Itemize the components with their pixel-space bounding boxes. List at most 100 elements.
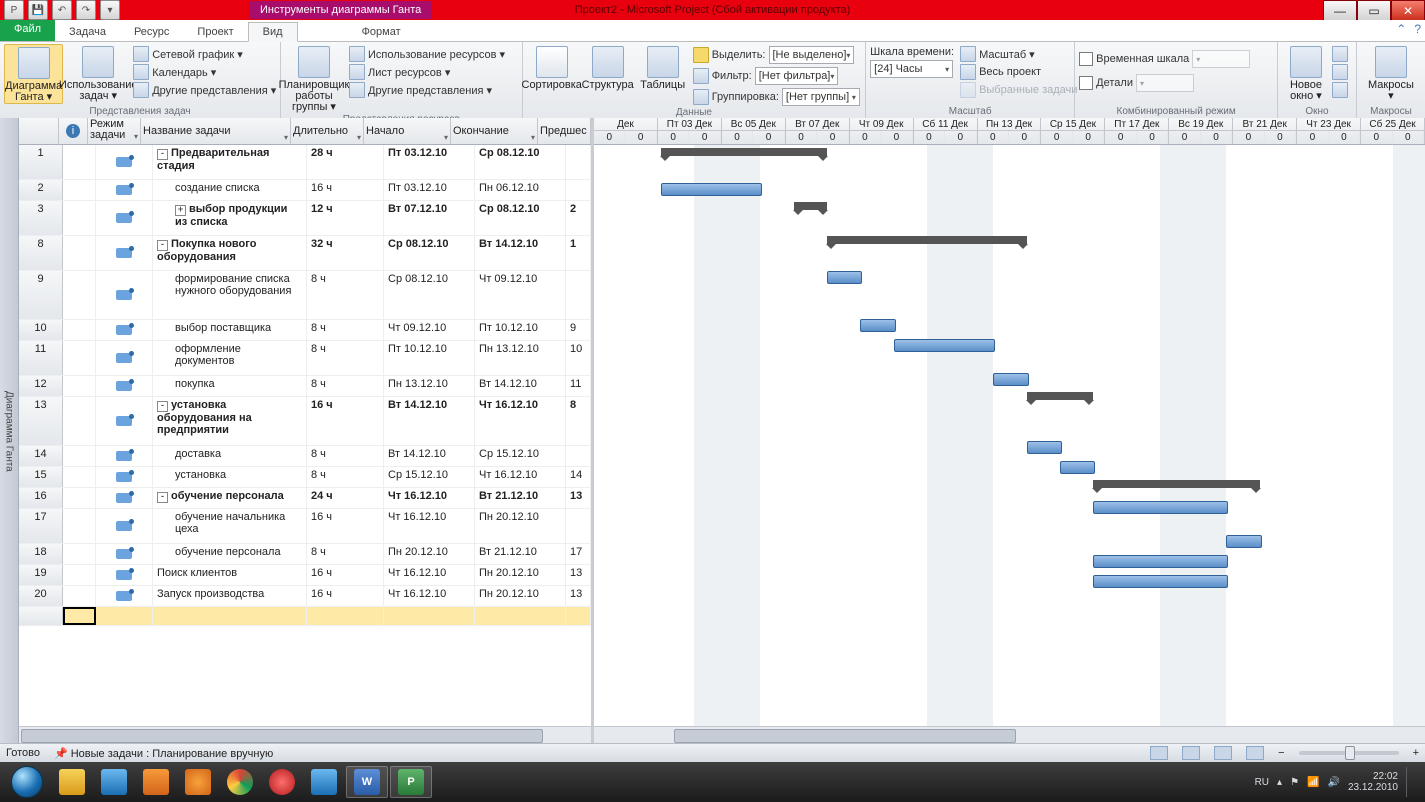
gantt-task-bar[interactable] [1226, 535, 1261, 548]
taskbar-project[interactable]: P [390, 766, 432, 798]
details-checkbox[interactable] [1079, 76, 1093, 90]
table-row[interactable]: 11оформление документов8 чПт 10.12.10Пн … [19, 341, 591, 376]
table-row[interactable] [19, 607, 591, 626]
timeline-day[interactable]: Чт 09 Дек00 [850, 118, 914, 144]
gantt-task-bar[interactable] [1060, 461, 1095, 474]
tables-button[interactable]: Таблицы [639, 44, 687, 91]
table-row[interactable]: 19Поиск клиентов16 чЧт 16.12.10Пн 20.12.… [19, 565, 591, 586]
table-row[interactable]: 3+выбор продукции из списка12 чВт 07.12.… [19, 201, 591, 236]
help-icon[interactable]: ? [1414, 22, 1421, 36]
task-hscrollbar[interactable] [19, 726, 591, 744]
tray-clock[interactable]: 22:02 23.12.2010 [1348, 771, 1398, 793]
timeline-day[interactable]: Ср 15 Дек00 [1041, 118, 1105, 144]
new-window-button[interactable]: Новоеокно ▾ [1286, 44, 1326, 102]
group-combo[interactable]: [Нет группы]▾ [782, 88, 860, 106]
tray-flag-icon[interactable]: ⚑ [1290, 777, 1299, 788]
taskbar-chrome[interactable] [220, 767, 260, 797]
tab-view[interactable]: Вид [248, 22, 298, 42]
zoom-in-button[interactable]: + [1413, 747, 1419, 759]
gantt-task-bar[interactable] [1093, 501, 1228, 514]
header-duration[interactable]: Длительно▾ [291, 118, 364, 144]
view-shortcut-team-icon[interactable] [1214, 746, 1232, 760]
timeline-day[interactable]: Вт 07 Дек00 [786, 118, 850, 144]
table-row[interactable]: 20Запуск производства16 чЧт 16.12.10Пн 2… [19, 586, 591, 607]
calendar-button[interactable]: Календарь ▾ [133, 64, 276, 80]
taskbar-ie[interactable] [94, 767, 134, 797]
header-start[interactable]: Начало▾ [364, 118, 451, 144]
gantt-task-bar[interactable] [661, 183, 763, 196]
gantt-task-bar[interactable] [894, 339, 996, 352]
timeline-day[interactable]: Сб 25 Дек00 [1361, 118, 1425, 144]
table-row[interactable]: 9формирование списка нужного оборудовани… [19, 271, 591, 320]
show-desktop-button[interactable] [1406, 767, 1415, 797]
task-usage-button[interactable]: Использование задач ▾ [69, 44, 127, 102]
entire-project-button[interactable]: Весь проект [960, 64, 1077, 80]
resource-sheet-button[interactable]: Лист ресурсов ▾ [349, 64, 505, 80]
table-row[interactable]: 13-установка оборудования на предприятии… [19, 397, 591, 446]
tab-task[interactable]: Задача [55, 23, 120, 41]
view-shortcut-sheet-icon[interactable] [1246, 746, 1264, 760]
table-row[interactable]: 1-Предварительная стадия28 чПт 03.12.10С… [19, 145, 591, 180]
header-predecessors[interactable]: Предшес [538, 118, 591, 144]
gantt-summary-bar[interactable] [661, 148, 827, 156]
hide-icon[interactable] [1332, 82, 1348, 98]
switch-windows-icon[interactable] [1332, 46, 1348, 62]
arrange-icon[interactable] [1332, 64, 1348, 80]
minimize-button[interactable]: — [1323, 0, 1357, 22]
ribbon-minimize-icon[interactable]: ⌃ [1396, 22, 1406, 36]
tab-format[interactable]: Формат [348, 23, 415, 41]
view-shortcut-usage-icon[interactable] [1182, 746, 1200, 760]
table-row[interactable]: 12покупка8 чПн 13.12.10Вт 14.12.1011 [19, 376, 591, 397]
gantt-task-bar[interactable] [1093, 575, 1228, 588]
gantt-chart-area[interactable] [594, 145, 1425, 726]
table-row[interactable]: 15установка8 чСр 15.12.10Чт 16.12.1014 [19, 467, 591, 488]
timeline-header[interactable]: Дек00Пт 03 Дек00Вс 05 Дек00Вт 07 Дек00Чт… [594, 118, 1425, 145]
gantt-task-bar[interactable] [1027, 441, 1062, 454]
redo-icon[interactable]: ↷ [76, 0, 96, 20]
gantt-task-bar[interactable] [860, 319, 895, 332]
timeline-day[interactable]: Пн 13 Дек00 [978, 118, 1042, 144]
tray-volume-icon[interactable]: 🔊 [1327, 777, 1339, 788]
taskbar-word[interactable]: W [346, 766, 388, 798]
table-row[interactable]: 17обучение начальника цеха16 чЧт 16.12.1… [19, 509, 591, 544]
table-row[interactable]: 18обучение персонала8 чПн 20.12.10Вт 21.… [19, 544, 591, 565]
taskbar-firefox[interactable] [178, 767, 218, 797]
timeline-checkbox[interactable] [1079, 52, 1093, 66]
team-planner-button[interactable]: Планировщик работы группы ▾ [285, 44, 343, 113]
timeline-day[interactable]: Вс 05 Дек00 [722, 118, 786, 144]
timeline-day[interactable]: Дек00 [594, 118, 658, 144]
header-info[interactable]: i [59, 118, 88, 144]
table-row[interactable]: 10выбор поставщика8 чЧт 09.12.10Пт 10.12… [19, 320, 591, 341]
close-button[interactable]: ✕ [1391, 0, 1425, 22]
gantt-task-bar[interactable] [827, 271, 862, 284]
sort-button[interactable]: Сортировка [527, 44, 577, 91]
header-finish[interactable]: Окончание▾ [451, 118, 538, 144]
tab-file[interactable]: Файл [0, 20, 55, 41]
view-bar[interactable]: Диаграмма Ганта [0, 118, 19, 744]
outline-button[interactable]: Структура [583, 44, 633, 91]
macros-button[interactable]: Макросы▾ [1366, 44, 1416, 102]
filter-combo[interactable]: [Нет фильтра]▾ [755, 67, 839, 85]
outline-toggle-icon[interactable]: - [157, 401, 168, 412]
table-row[interactable]: 14доставка8 чВт 14.12.10Ср 15.12.10 [19, 446, 591, 467]
outline-toggle-icon[interactable]: - [157, 149, 168, 160]
header-name[interactable]: Название задачи▾ [141, 118, 291, 144]
task-table-body[interactable]: 1-Предварительная стадия28 чПт 03.12.10С… [19, 145, 591, 726]
maximize-button[interactable]: ▭ [1357, 0, 1391, 22]
view-shortcut-gantt-icon[interactable] [1150, 746, 1168, 760]
tray-lang[interactable]: RU [1255, 777, 1269, 788]
zoom-button[interactable]: Масштаб ▾ [960, 46, 1077, 62]
header-rownum[interactable] [19, 118, 59, 144]
network-diagram-button[interactable]: Сетевой график ▾ [133, 46, 276, 62]
tray-network-icon[interactable]: 📶 [1307, 777, 1319, 788]
gantt-hscrollbar[interactable] [594, 726, 1425, 744]
timescale-combo[interactable]: [24] Часы▾ [870, 60, 953, 78]
app-icon[interactable]: P [4, 0, 24, 20]
outline-toggle-icon[interactable]: - [157, 240, 168, 251]
resource-usage-button[interactable]: Использование ресурсов ▾ [349, 46, 505, 62]
header-mode[interactable]: Режимзадачи▾ [88, 118, 141, 144]
taskbar-app[interactable] [304, 767, 344, 797]
gantt-summary-bar[interactable] [1027, 392, 1094, 400]
qat-more-icon[interactable]: ▾ [100, 0, 120, 20]
gantt-summary-bar[interactable] [827, 236, 1027, 244]
